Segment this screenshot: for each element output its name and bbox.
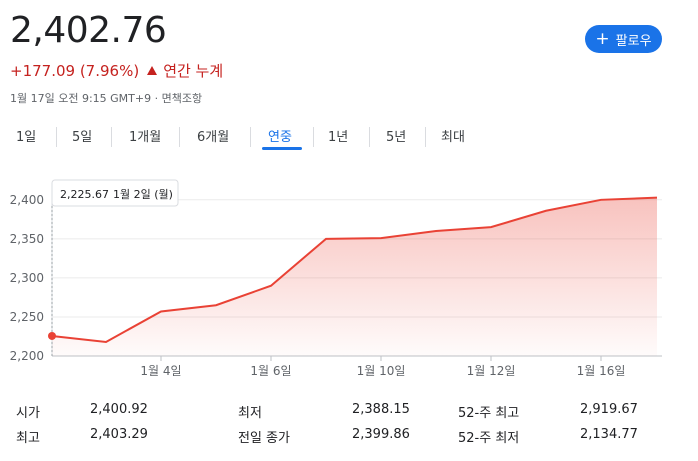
y-tick-label: 2,300	[10, 271, 44, 285]
tab-divider	[179, 127, 180, 147]
plus-icon: +	[595, 28, 610, 49]
stat-value: 2,399.86	[352, 427, 410, 442]
x-tick-label: 1월 16일	[577, 364, 626, 378]
arrow-up-icon	[147, 66, 158, 75]
tab-divider	[369, 127, 370, 147]
quote-timestamp: 1월 17일 오전 9:15 GMT+9 · 면책조항	[10, 92, 203, 105]
stat-label: 최저	[238, 406, 262, 421]
current-price: 2,402.76	[10, 10, 167, 51]
y-tick-label: 2,250	[10, 310, 44, 324]
price-change: +177.09 (7.96%)	[10, 61, 140, 80]
stat-label: 시가	[16, 406, 40, 421]
tab-divider	[425, 127, 426, 147]
stat-value: 2,400.92	[90, 402, 148, 417]
y-tick-label: 2,200	[10, 349, 44, 363]
stat-value: 2,134.77	[580, 427, 638, 442]
stat-label: 52-주 최고	[458, 406, 520, 421]
tab-1y[interactable]: 1년	[328, 126, 348, 145]
x-tick-label: 1월 6일	[250, 364, 291, 378]
y-tick-label: 2,350	[10, 232, 44, 246]
tab-divider	[313, 127, 314, 147]
x-tick-label: 1월 10일	[357, 364, 406, 378]
tab-6m[interactable]: 6개월	[197, 126, 229, 145]
tab-divider	[250, 127, 251, 147]
tab-5d[interactable]: 5일	[72, 126, 92, 145]
x-tick-label: 1월 12일	[467, 364, 516, 378]
stat-label: 52-주 최저	[458, 431, 520, 446]
period-label: 연간 누계	[163, 62, 224, 80]
price-area-fill	[52, 197, 657, 356]
tab-divider	[56, 127, 57, 147]
tooltip-date: 1월 2일 (월)	[113, 187, 173, 201]
price-change-row: +177.09 (7.96%) 연간 누계	[10, 60, 223, 81]
price-chart[interactable]: 2,400 2,350 2,300 2,250 2,200 1월 4일 1월 6일 1월 1…	[0, 170, 698, 385]
active-tab-indicator	[262, 147, 302, 150]
stat-label: 전일 종가	[238, 431, 290, 446]
hover-point	[48, 331, 56, 340]
x-tick-label: 1월 4일	[140, 364, 181, 378]
y-tick-label: 2,400	[10, 193, 44, 207]
tab-ytd[interactable]: 연중	[268, 126, 292, 145]
stat-value: 2,388.15	[352, 402, 410, 417]
stat-label: 최고	[16, 431, 40, 446]
stat-value: 2,403.29	[90, 427, 148, 442]
follow-button[interactable]: + 팔로우	[585, 25, 662, 53]
tab-5y[interactable]: 5년	[386, 126, 406, 145]
tab-max[interactable]: 최대	[441, 126, 465, 145]
follow-label: 팔로우	[615, 33, 652, 49]
tab-divider	[111, 127, 112, 147]
stat-value: 2,919.67	[580, 402, 638, 417]
chart-tooltip: 2,225.67 1월 2일 (월)	[51, 179, 179, 207]
tab-1m[interactable]: 1개월	[129, 126, 161, 145]
tab-1d[interactable]: 1일	[16, 126, 36, 145]
tooltip-value: 2,225.67	[60, 188, 109, 201]
